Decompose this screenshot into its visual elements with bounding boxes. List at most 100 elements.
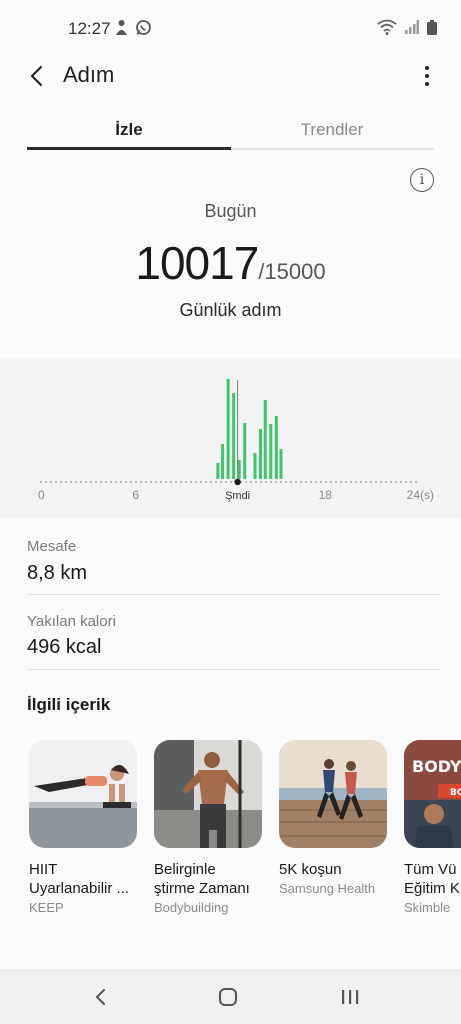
chart-baseline-dot	[84, 480, 88, 484]
chart-baseline-dot	[274, 480, 278, 484]
chart-baseline-dot	[244, 480, 248, 484]
distance-value: 8,8 km	[27, 562, 88, 584]
chart-baseline-dot	[89, 480, 93, 484]
steps-summary: i Bugün 10017/15000 Günlük adım	[0, 158, 461, 358]
chart-bar	[232, 393, 236, 479]
content-card[interactable]: 5K koşun Samsung Health	[279, 740, 389, 896]
content-card[interactable]: Belirginle ştirme Zamanı Bodybuilding	[154, 740, 264, 915]
chart-baseline-dot	[39, 480, 43, 484]
chart-baseline-dot	[379, 480, 383, 484]
recents-button[interactable]	[330, 983, 370, 1011]
chart-baseline-dot	[269, 480, 273, 484]
status-time: 12:27	[68, 19, 111, 38]
tab-trendler[interactable]: Trendler	[230, 120, 434, 140]
chart-baseline-dot	[349, 480, 353, 484]
more-options-button[interactable]	[415, 62, 439, 90]
chart-baseline-dot	[134, 480, 138, 484]
tab-active-indicator	[27, 147, 231, 150]
chart-baseline-dot	[159, 480, 163, 484]
chart-baseline-dot	[354, 480, 358, 484]
chart-bar	[243, 423, 247, 479]
steps-value: 10017	[135, 237, 259, 289]
chart-baseline-dot	[144, 480, 148, 484]
chart-baseline-dot	[154, 480, 158, 484]
chart-baseline-dot	[339, 480, 343, 484]
chart-baseline-dot	[129, 480, 133, 484]
period-label: Bugün	[204, 201, 257, 221]
chart-baseline-dot	[119, 480, 123, 484]
chart-baseline-dot	[359, 480, 363, 484]
chart-baseline-dot	[109, 480, 113, 484]
home-button[interactable]	[208, 983, 248, 1011]
chart-baseline-dot	[104, 480, 108, 484]
card-title: Tüm Vü Eğitim K	[404, 861, 460, 897]
chart-baseline-dot	[404, 480, 408, 484]
chart-x-tick: 0	[38, 488, 45, 502]
stat-divider	[27, 669, 439, 670]
back-button[interactable]	[20, 60, 52, 92]
chart-svg: 0 6 Şmdi 18 24(s)	[38, 379, 434, 502]
chart-bar	[269, 424, 273, 479]
chart-baseline-dot	[54, 480, 58, 484]
steps-label: Günlük adım	[179, 300, 282, 320]
page-title: Adım	[63, 62, 115, 87]
chart-baseline-dot	[414, 480, 418, 484]
chart-baseline-dot	[314, 480, 318, 484]
system-nav-bar	[0, 969, 461, 1024]
chart-baseline-dot	[259, 480, 263, 484]
chart-baseline-dot	[254, 480, 258, 484]
chart-baseline-dot	[69, 480, 73, 484]
app-header: Adım	[0, 56, 461, 98]
calories-value: 496 kcal	[27, 636, 102, 658]
chart-baseline-dot	[194, 480, 198, 484]
steps-count: 10017/15000	[0, 236, 461, 290]
chart-bar	[259, 429, 263, 479]
chart-x-tick: 18	[319, 488, 333, 502]
chart-baseline-dot	[124, 480, 128, 484]
chart-baseline-dot	[394, 480, 398, 484]
wifi-icon	[377, 19, 397, 35]
related-content: İlgili içerik HIIT Uyarlanabilir ... KEEP	[0, 673, 461, 969]
chart-baseline-dot	[334, 480, 338, 484]
chart-baseline-dot	[79, 480, 83, 484]
chart-baseline-dot	[289, 480, 293, 484]
chart-baseline-dot	[44, 480, 48, 484]
chart-bar	[274, 416, 278, 479]
chart-baseline-dot	[49, 480, 53, 484]
chart-baseline-dot	[179, 480, 183, 484]
chart-baseline-dot	[214, 480, 218, 484]
chart-baseline-dot	[169, 480, 173, 484]
content-card[interactable]: HIIT Uyarlanabilir ... KEEP	[29, 740, 139, 915]
content-card[interactable]: BODY BOOT Tüm VüEğitim K Skimble	[404, 740, 461, 915]
chart-bar	[279, 449, 283, 479]
card-badge-text: BODY	[412, 757, 461, 776]
chart-baseline-dot	[364, 480, 368, 484]
nav-back-button[interactable]	[80, 983, 120, 1011]
chart-bar	[253, 453, 257, 479]
status-bar: 12:27	[0, 0, 461, 56]
stats-section: Mesafe 8,8 km Yakılan kalori 496 kcal	[0, 518, 461, 673]
chart-baseline-dot	[174, 480, 178, 484]
hourly-steps-chart[interactable]: 0 6 Şmdi 18 24(s)	[0, 358, 461, 518]
chart-baseline-dot	[114, 480, 118, 484]
chart-baseline-dot	[399, 480, 403, 484]
body-boot-image: BODY BOOT	[404, 740, 461, 848]
chart-baseline-dot	[284, 480, 288, 484]
chart-baseline-dot	[384, 480, 388, 484]
chart-baseline-dot	[319, 480, 323, 484]
stat-divider	[27, 594, 439, 595]
chart-baseline-dot	[149, 480, 153, 484]
chart-baseline-dot	[219, 480, 223, 484]
chart-baseline-dot	[59, 480, 63, 484]
chart-baseline-dot	[199, 480, 203, 484]
chevron-left-icon	[30, 65, 43, 87]
chart-baseline-dot	[94, 480, 98, 484]
signal-icon	[405, 20, 419, 34]
chart-x-tick: 6	[132, 488, 139, 502]
chart-baseline-dot	[99, 480, 103, 484]
more-vertical-icon	[425, 66, 429, 70]
card-source: KEEP	[29, 900, 64, 915]
chart-x-tick: 24(s)	[407, 488, 434, 502]
info-icon[interactable]: i	[410, 168, 434, 192]
tab-izle[interactable]: İzle	[27, 120, 231, 140]
